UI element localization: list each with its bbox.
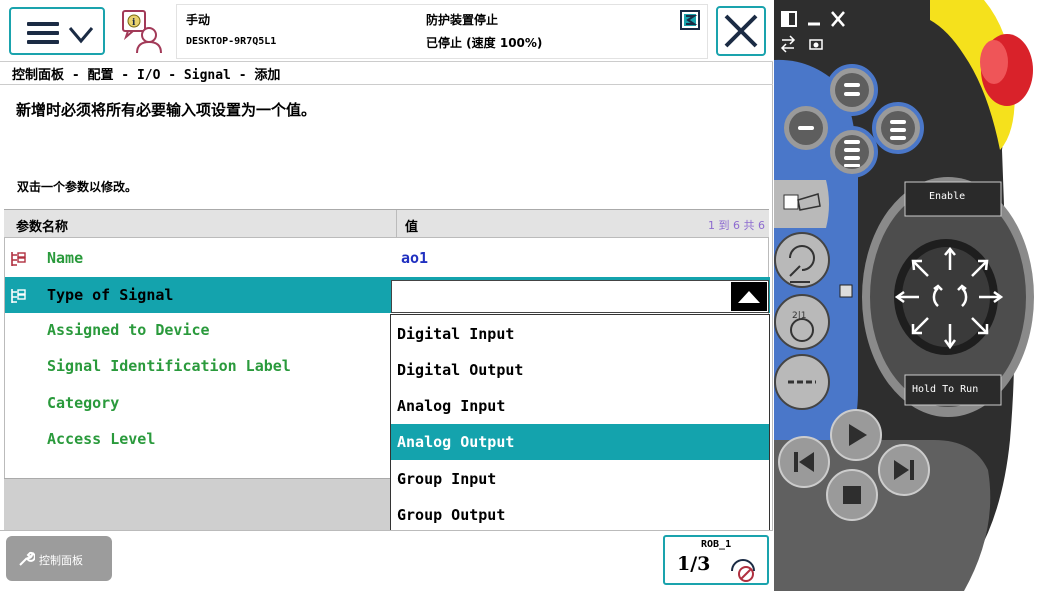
step-backward-button[interactable] [778, 436, 830, 488]
hint-text: 双击一个参数以修改。 [17, 180, 138, 194]
dropdown-option-analog-output[interactable]: Analog Output [391, 424, 769, 460]
toggle-motion-mode-button[interactable] [774, 232, 830, 288]
required-parameter-icon [11, 252, 26, 266]
dropdown-option-digital-input[interactable]: Digital Input [391, 316, 769, 352]
control-panel-taskbar-button[interactable]: 控制面板 [6, 536, 112, 581]
control-panel-label: 控制面板 [39, 554, 83, 567]
svg-text:i: i [132, 18, 136, 28]
robot-name: ROB_1 [701, 539, 732, 550]
taskbar: 控制面板 ROB_1 1/3 [0, 530, 773, 591]
enable-label: Enable [929, 191, 966, 202]
column-separator [396, 210, 397, 239]
flexpendant-screen: i 手动 DESKTOP-9R7Q5L1 防护装置停止 已停止 (速度 100%… [0, 0, 773, 591]
divider [0, 84, 773, 85]
task-fraction: 1/3 [677, 553, 711, 575]
instruction-text: 新增时必须将所有必要输入项设置为一个值。 [16, 101, 317, 119]
chevron-down-icon [68, 27, 94, 44]
close-icon [724, 14, 758, 48]
parameter-name: Category [47, 394, 120, 412]
table-row[interactable]: Name ao1 [5, 240, 770, 276]
host-text: DESKTOP-9R7Q5L1 [186, 36, 277, 47]
run-state-text: 已停止 (速度 100%) [426, 36, 543, 50]
operator-info-icon[interactable]: i [120, 9, 166, 55]
dropdown-option-group-input[interactable]: Group Input [391, 461, 769, 497]
main-menu-button[interactable] [9, 7, 105, 55]
speed-stop-icon [731, 559, 755, 582]
triangle-up-icon [738, 291, 760, 303]
quickset-button[interactable]: ROB_1 1/3 [663, 535, 769, 585]
dropdown-option-digital-output[interactable]: Digital Output [391, 352, 769, 388]
column-header-value: 值 [405, 220, 419, 235]
wrench-icon [19, 551, 35, 566]
dropdown-option-analog-input[interactable]: Analog Input [391, 388, 769, 424]
status-panel[interactable]: 手动 DESKTOP-9R7Q5L1 防护装置停止 已停止 (速度 100%) [176, 4, 708, 59]
pendant-hardware-panel: 2|1 Enable Hold To Run [774, 0, 1040, 591]
option-label: Group Output [397, 506, 506, 524]
mode-text: 手动 [186, 13, 211, 27]
parameter-value: ao1 [401, 249, 429, 267]
option-label: Analog Output [397, 433, 515, 451]
parameter-name: Name [47, 249, 84, 267]
select-mechanical-unit-button[interactable] [774, 180, 829, 228]
pendant-body-drawing: 2|1 [774, 0, 1034, 591]
option-label: Group Input [397, 470, 497, 488]
start-button[interactable] [830, 409, 882, 461]
page-count: 1 到 6 共 6 [708, 219, 765, 232]
required-parameter-icon [11, 289, 26, 303]
top-bar: i 手动 DESKTOP-9R7Q5L1 防护装置停止 已停止 (速度 100%… [0, 0, 773, 62]
signal-type-dropdown: Digital Input Digital Output Analog Inpu… [390, 314, 770, 534]
option-label: Digital Output [397, 361, 524, 379]
menu-icon [27, 22, 59, 49]
parameter-name: Signal Identification Label [47, 357, 291, 375]
close-button[interactable] [716, 6, 766, 56]
stop-button[interactable] [826, 469, 878, 521]
table-header: 参数名称 值 1 到 6 共 6 [4, 209, 769, 239]
option-label: Digital Input [397, 325, 515, 343]
parameter-name: Assigned to Device [47, 321, 210, 339]
option-label: Analog Input [397, 397, 506, 415]
svg-text:2|1: 2|1 [792, 311, 806, 321]
system-status-icon[interactable] [680, 10, 700, 30]
hold-to-run-label: Hold To Run [912, 384, 979, 395]
toggle-increment-button[interactable]: 2|1 [774, 294, 830, 350]
dropdown-toggle-button[interactable] [731, 282, 767, 311]
guard-state-text: 防护装置停止 [426, 13, 499, 27]
column-header-name: 参数名称 [16, 220, 69, 235]
toggle-increment-off-button[interactable] [774, 354, 830, 410]
parameter-name: Access Level [47, 430, 156, 448]
step-forward-button[interactable] [878, 444, 930, 496]
parameter-name: Type of Signal [47, 286, 174, 304]
breadcrumb: 控制面板 - 配置 - I/O - Signal - 添加 [12, 68, 281, 83]
dropdown-option-group-output[interactable]: Group Output [391, 497, 769, 533]
screen-toggle-icon[interactable] [839, 284, 853, 298]
signal-type-combobox[interactable] [391, 280, 769, 313]
